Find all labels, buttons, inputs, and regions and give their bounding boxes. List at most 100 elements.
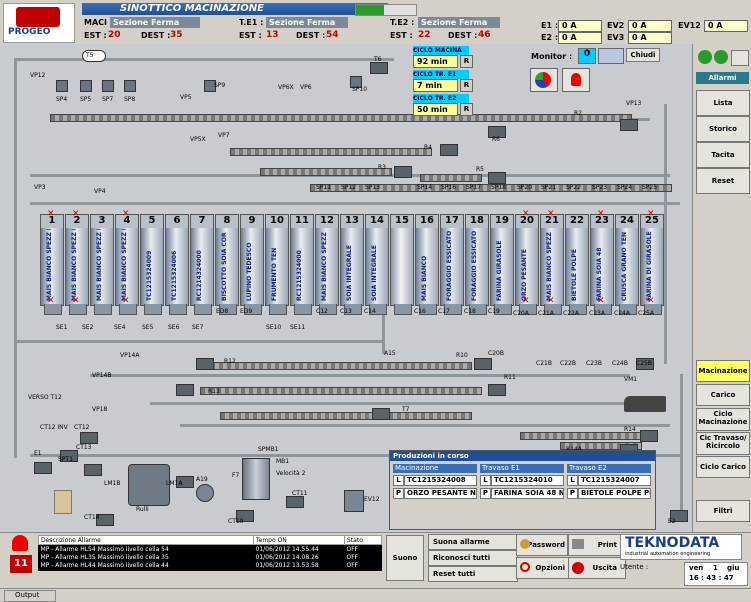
monitor-close-button[interactable]: Chiudi — [626, 48, 660, 62]
maci-label: MACI : — [84, 18, 113, 27]
alarm-table[interactable]: Descrizione Allarme Tempo ON Stato MP - … — [38, 535, 382, 571]
sound-scada-alarm-button[interactable]: Suona allarme SCADA — [428, 534, 518, 560]
plant-label: SP14 — [417, 184, 433, 191]
plant-label: R4 — [424, 144, 432, 151]
alarm-col-description[interactable]: Descrizione Allarme — [38, 535, 254, 545]
ciclo-tre1-reset[interactable]: R — [460, 79, 473, 92]
te2-dest-label: DEST : — [448, 31, 478, 40]
header-bar: PROGEO SINOTTICO MACINAZIONE MACI : Sezi… — [0, 0, 751, 45]
ev3-label: EV3 : — [607, 33, 631, 42]
plant-label: VP14A — [120, 352, 140, 359]
sound-button[interactable]: Suono — [386, 535, 424, 581]
nav-macinazione[interactable]: Macinazione — [696, 360, 750, 382]
table-row[interactable]: MP - Allarme HL54 Massimo livello cella … — [38, 544, 382, 553]
history-button[interactable]: Storico — [696, 116, 750, 142]
plant-label: C19 — [488, 308, 500, 315]
status-bar: Output — [0, 588, 751, 602]
plant-label: SE2 — [82, 324, 94, 331]
lot-value: TC1215324007 — [578, 475, 651, 486]
production-macinazione: Macinazione L TC1215324008 P ORZO PESANTE … — [393, 464, 477, 499]
print-button[interactable]: Print — [568, 534, 626, 556]
alarm-count: 11 — [10, 555, 32, 573]
ev2-label: EV2 : — [607, 21, 631, 30]
plant-label: VP18 — [92, 406, 108, 413]
plant-label: VP5X — [190, 136, 206, 143]
plant-label: SP13 — [365, 184, 381, 191]
arrow-right-icon[interactable] — [714, 50, 728, 64]
plant-label: EV12 — [364, 496, 380, 503]
password-button[interactable]: Password — [516, 534, 568, 556]
te1-est-label: EST : — [239, 31, 262, 40]
plant-label: SE1 — [56, 324, 68, 331]
alarm-x-icon: ✕ — [547, 296, 555, 306]
product-value: ORZO PESANTE NA — [404, 488, 477, 499]
table-row[interactable]: MP - Allarme HL35 Massimo livello cella … — [38, 553, 382, 561]
plant-label: SP4 — [56, 96, 68, 103]
nav-ciclo-macinazione[interactable]: Ciclo Macinazione — [696, 408, 750, 431]
alarm-state: OFF — [344, 561, 382, 569]
monitor-value[interactable]: 0 — [578, 48, 596, 64]
plant-label: VP4 — [94, 188, 106, 195]
alarm-x-icon: ✕ — [522, 296, 530, 306]
ciclo-macina-reset[interactable]: R — [460, 55, 473, 68]
alarm-list-button[interactable]: Lista — [696, 90, 750, 116]
page-title: SINOTTICO MACINAZIONE — [82, 3, 388, 15]
production-travaso-e1: Travaso E1 L TC1215324010 P FARINA SOIA 48… — [480, 464, 564, 499]
plant-label: SE6 — [168, 324, 180, 331]
plant-label: R10 — [456, 352, 468, 359]
plant-label: ED8 — [216, 308, 229, 315]
nav-ciclo-carico[interactable]: Ciclo Carico — [696, 456, 750, 478]
nav-carico[interactable]: Carico — [696, 384, 750, 406]
monitor-icon[interactable] — [598, 48, 624, 64]
alarm-desc: MP - Allarme HL35 Massimo livello cella … — [38, 553, 254, 561]
te1-label: T.E1 : — [239, 18, 264, 27]
te2-label: T.E2 : — [390, 18, 415, 27]
e2-label: E2 : — [541, 33, 559, 42]
output-tab[interactable]: Output — [4, 590, 56, 602]
plant-label: R11 — [504, 374, 516, 381]
alarm-desc: MP - Allarme HL44 Massimo livello cella … — [38, 561, 254, 569]
printer-icon — [572, 539, 584, 549]
options-button[interactable]: Opzioni — [516, 557, 570, 579]
home-icon[interactable] — [731, 50, 749, 66]
maci-est-label: EST : — [84, 31, 107, 40]
reset-all-button[interactable]: Reset tutti — [428, 566, 518, 582]
plant-label: SP24 — [617, 184, 633, 191]
plant-label: R2 — [574, 110, 582, 117]
ev2-current: 0 A — [628, 20, 672, 32]
arrow-left-icon[interactable] — [698, 50, 712, 64]
plant-label: SP20 — [517, 184, 533, 191]
brand-tagline: industrial automation engineering — [625, 551, 711, 557]
product-value: BIETOLE POLPE PE — [578, 488, 651, 499]
plant-label: CT11 — [292, 490, 308, 497]
plant-label: SP25 — [642, 184, 658, 191]
alarm-bell-icon[interactable] — [562, 68, 590, 92]
production-panel: Produzioni in corso Macinazione L TC12153… — [389, 450, 656, 530]
alarm-col-time[interactable]: Tempo ON — [253, 535, 345, 545]
plant-label: C21A — [538, 310, 554, 317]
e1-current: 0 A — [558, 20, 602, 32]
plant-label: VP5 — [180, 94, 192, 101]
product-value: FARINA SOIA 48 NC — [491, 488, 564, 499]
exit-button[interactable]: Uscita — [568, 557, 626, 579]
bottom-bar: 11 Descrizione Allarme Tempo ON Stato MP… — [0, 532, 751, 589]
plant-label: SP5 — [80, 96, 92, 103]
reset-button[interactable]: Reset — [696, 168, 750, 194]
acknowledge-all-button[interactable]: Riconosci tutti — [428, 550, 518, 566]
plant-label: VP3 — [34, 184, 46, 191]
plant-label: LM1A — [166, 480, 183, 487]
teknodata-logo: TEKNODATA industrial automation engineer… — [620, 534, 742, 560]
plant-label: SP17 — [466, 184, 482, 191]
alarm-state: OFF — [344, 544, 382, 553]
table-row[interactable]: MP - Allarme HL44 Massimo livello cella … — [38, 561, 382, 569]
alarm-col-state[interactable]: Stato — [344, 535, 382, 545]
password-label: Password — [527, 541, 565, 549]
silence-button[interactable]: Tacita — [696, 142, 750, 168]
maci-dest: 35 — [170, 30, 183, 40]
pie-chart-icon[interactable] — [530, 68, 558, 92]
nav-filtri[interactable]: Filtri — [696, 500, 750, 522]
ciclo-tre2-reset[interactable]: R — [460, 103, 473, 116]
plant-label: E2 — [668, 518, 676, 525]
nav-cic-travaso[interactable]: Cic Travaso/ Ricircolo — [696, 432, 750, 455]
te1-dest-label: DEST : — [296, 31, 326, 40]
